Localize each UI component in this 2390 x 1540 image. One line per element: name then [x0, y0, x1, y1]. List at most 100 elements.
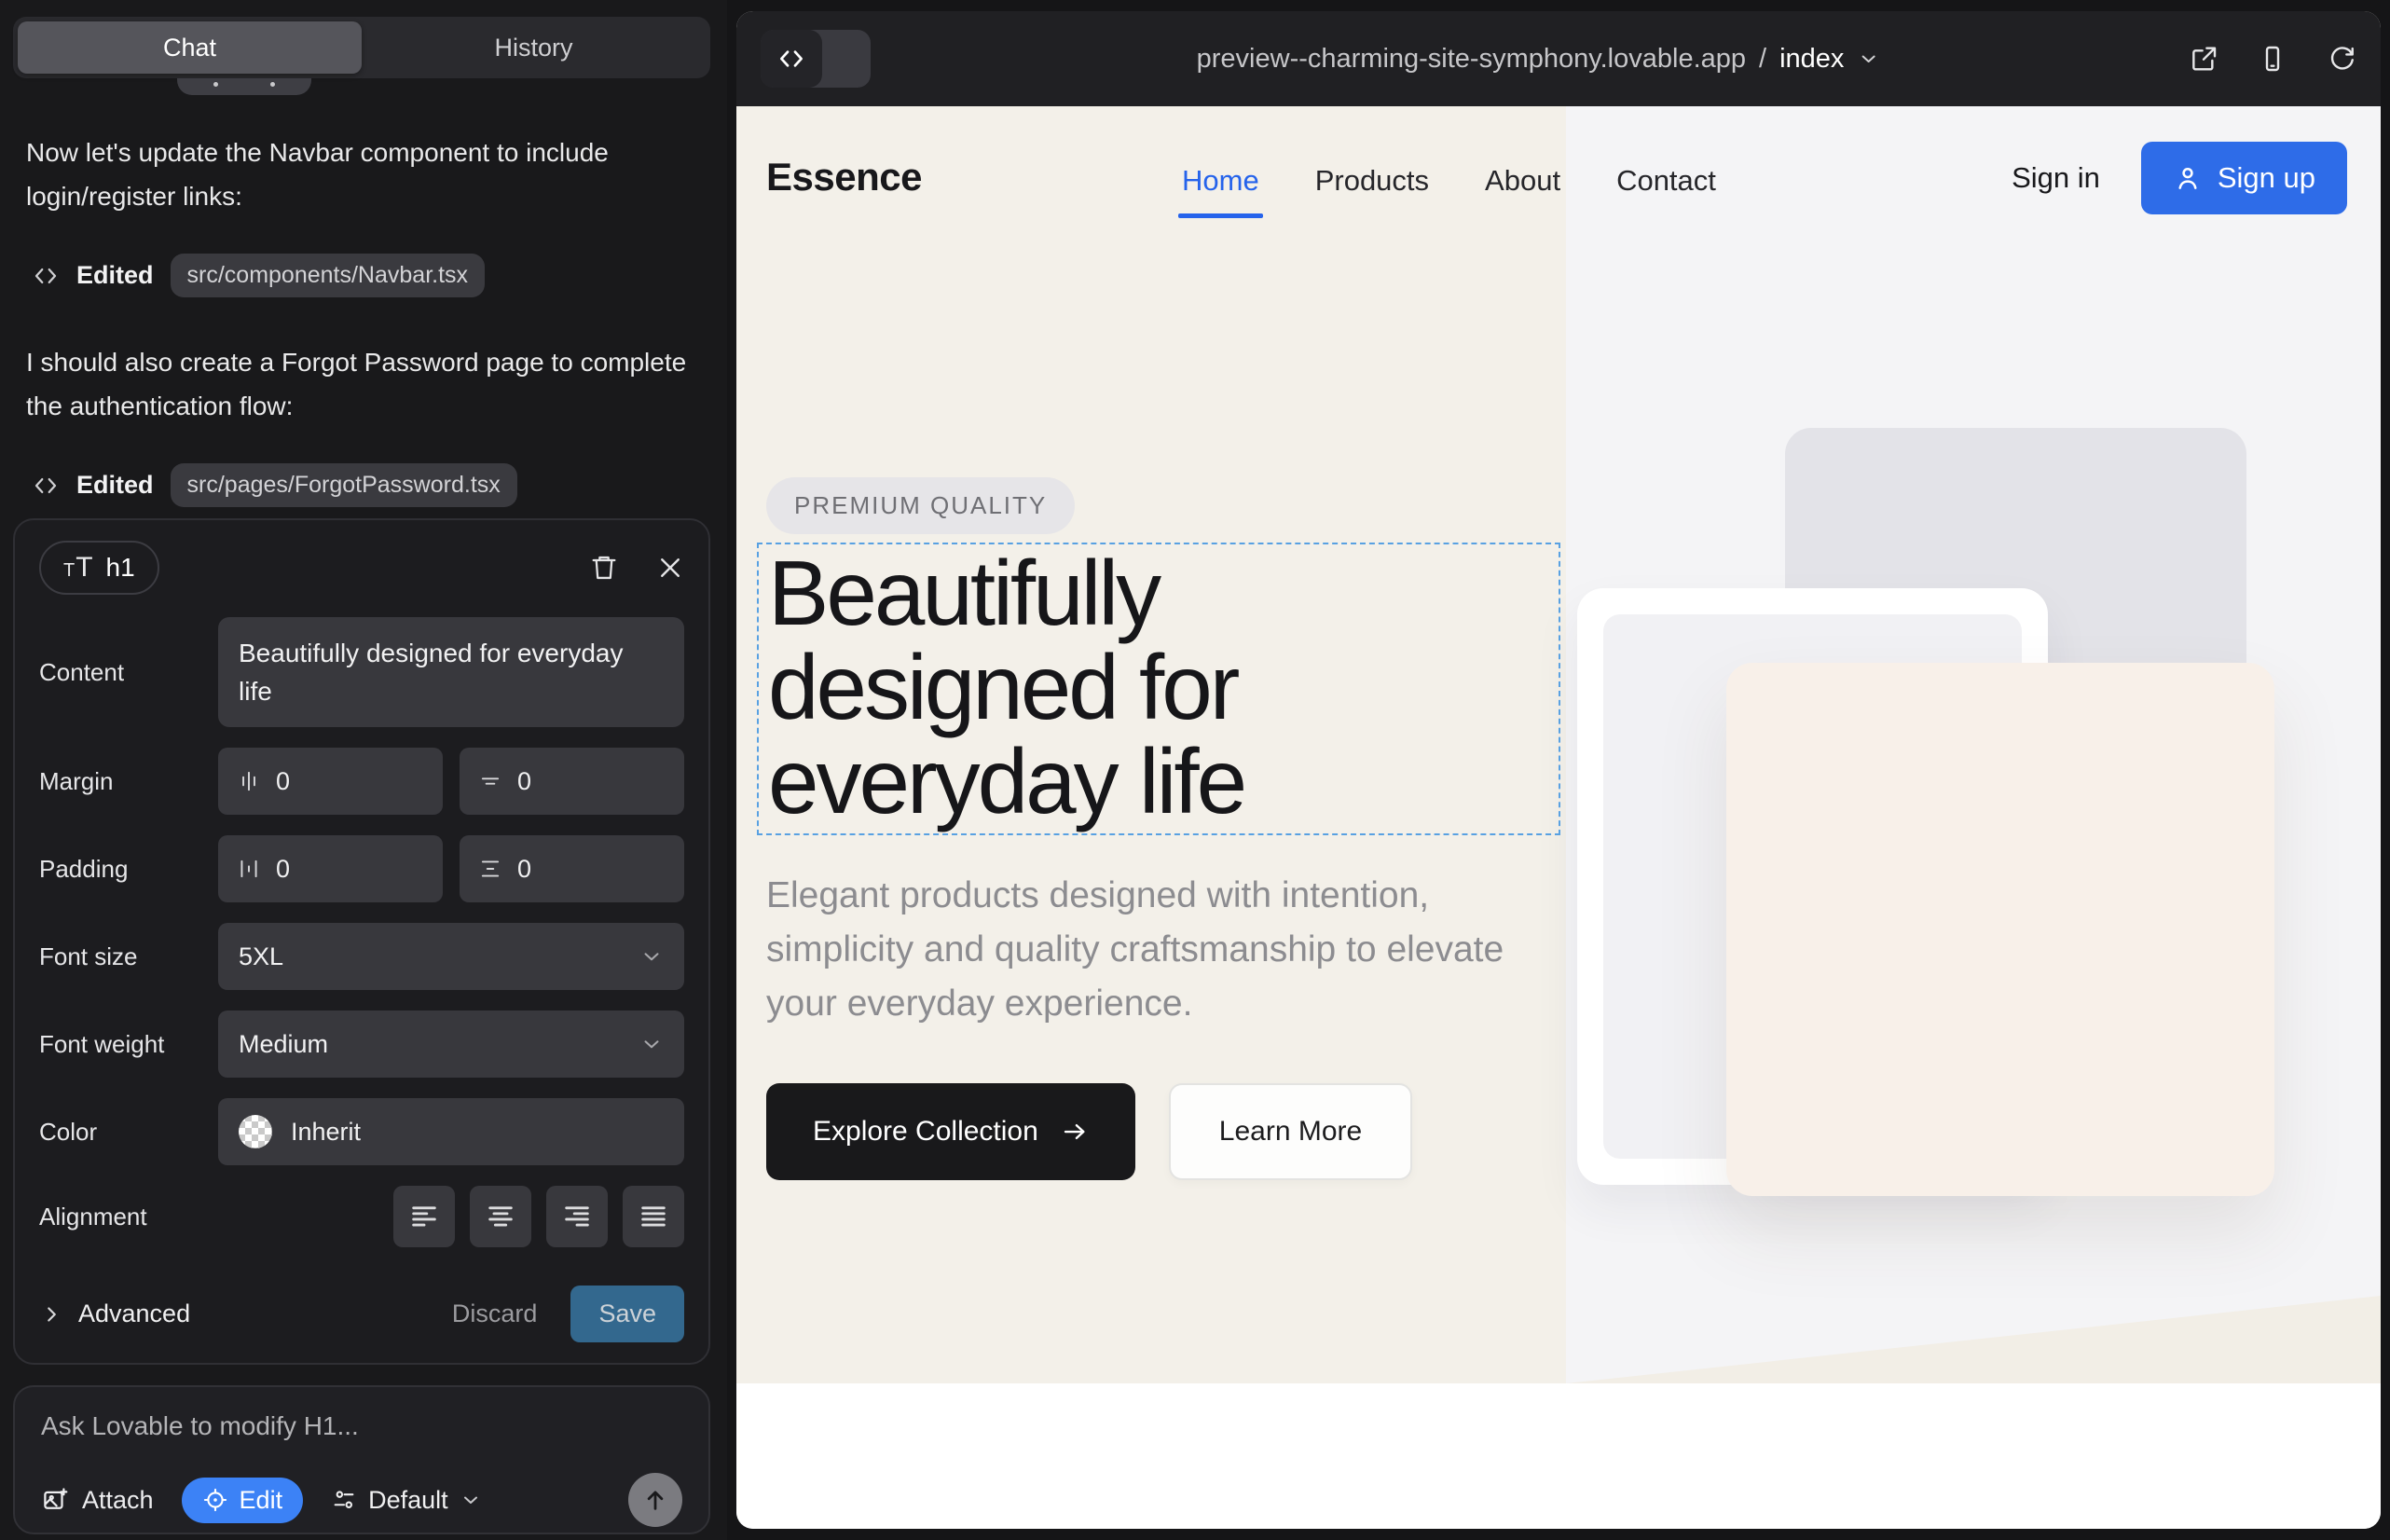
edited-label: Edited [76, 261, 154, 290]
close-icon[interactable] [656, 554, 684, 582]
edit-label: Edit [240, 1486, 283, 1515]
chevron-down-icon [639, 1032, 664, 1056]
font-weight-label: Font weight [39, 1030, 218, 1059]
font-size-row: Font size 5XL [39, 923, 684, 990]
site-logo[interactable]: Essence [766, 155, 922, 199]
prompt-input[interactable]: Ask Lovable to modify H1... [41, 1411, 682, 1441]
padding-vertical-input[interactable]: 0 [460, 835, 684, 902]
font-weight-value: Medium [239, 1030, 328, 1059]
font-weight-row: Font weight Medium [39, 1011, 684, 1078]
chevron-down-icon [639, 944, 664, 969]
padding-horizontal-input[interactable]: 0 [218, 835, 443, 902]
attach-label: Attach [82, 1486, 154, 1515]
advanced-toggle[interactable]: Advanced [39, 1299, 190, 1328]
site-nav: Home Products About Contact [1182, 164, 1716, 198]
padding-label: Padding [39, 855, 218, 884]
tab-history-label: History [494, 34, 572, 62]
align-left-button[interactable] [393, 1186, 455, 1247]
attach-button[interactable]: Attach [41, 1486, 154, 1515]
margin-vertical-value: 0 [517, 767, 531, 796]
mobile-view-button[interactable] [2258, 44, 2287, 74]
font-size-value: 5XL [239, 942, 283, 971]
color-value: Inherit [291, 1118, 361, 1147]
sliders-icon [331, 1487, 357, 1513]
user-icon [2173, 163, 2203, 193]
nav-contact[interactable]: Contact [1616, 164, 1716, 198]
url-page: index [1779, 44, 1844, 75]
hero-placeholder-cream [1726, 663, 2274, 1196]
default-label: Default [368, 1486, 448, 1515]
image-plus-icon [41, 1486, 69, 1514]
padding-vertical-value: 0 [517, 855, 531, 884]
chevron-down-icon [1857, 48, 1879, 70]
font-size-select[interactable]: 5XL [218, 923, 684, 990]
edit-mode-button[interactable]: Edit [182, 1478, 304, 1523]
explore-collection-button[interactable]: Explore Collection [766, 1083, 1135, 1180]
align-right-button[interactable] [546, 1186, 608, 1247]
element-tag-pill: TT h1 [39, 541, 159, 595]
advanced-label: Advanced [78, 1299, 190, 1328]
editor-header: TT h1 [39, 541, 684, 595]
padding-horizontal-value: 0 [276, 855, 290, 884]
send-button[interactable] [628, 1473, 682, 1527]
tab-history[interactable]: History [362, 21, 706, 74]
selection-outline: Beautifully designed for everyday life [757, 543, 1560, 835]
padding-vertical-icon [478, 857, 502, 881]
learn-more-button[interactable]: Learn More [1169, 1083, 1412, 1180]
code-view-toggle[interactable] [761, 30, 871, 88]
file-chip[interactable]: src/components/Navbar.tsx [171, 254, 486, 297]
content-row: Content Beautifully designed for everyda… [39, 617, 684, 727]
element-tag: h1 [106, 553, 135, 583]
code-icon [32, 262, 60, 290]
align-justify-button[interactable] [623, 1186, 684, 1247]
site-preview: Essence Home Products About Contact Sign… [736, 106, 2381, 1529]
color-swatch [239, 1115, 272, 1148]
url-separator: / [1759, 44, 1766, 75]
color-row: Color Inherit [39, 1098, 684, 1165]
tab-chat[interactable]: Chat [18, 21, 362, 74]
chevron-right-icon [39, 1302, 63, 1327]
sign-up-label: Sign up [2218, 161, 2315, 195]
sign-in-link[interactable]: Sign in [2012, 161, 2100, 195]
target-icon [202, 1487, 228, 1513]
discard-button[interactable]: Discard [452, 1299, 538, 1328]
url-domain: preview--charming-site-symphony.lovable.… [1197, 44, 1746, 75]
nav-home[interactable]: Home [1182, 164, 1259, 198]
content-input[interactable]: Beautifully designed for everyday life [218, 617, 684, 727]
align-center-button[interactable] [470, 1186, 531, 1247]
edited-file-row: Edited src/pages/ForgotPassword.tsx [32, 463, 701, 507]
nav-about[interactable]: About [1485, 164, 1560, 198]
preview-window: preview--charming-site-symphony.lovable.… [736, 11, 2381, 1529]
hero-heading[interactable]: Beautifully designed for everyday life [768, 546, 1244, 829]
edited-label: Edited [76, 471, 154, 500]
file-chip[interactable]: src/pages/ForgotPassword.tsx [171, 463, 517, 507]
editor-footer: Advanced Discard Save [39, 1286, 684, 1342]
open-in-new-tab-button[interactable] [2189, 44, 2218, 74]
margin-label: Margin [39, 767, 218, 796]
delete-element-button[interactable] [589, 553, 619, 583]
margin-horizontal-input[interactable]: 0 [218, 748, 443, 815]
lovable-app: Chat History Now let's update the Navbar… [0, 0, 2390, 1540]
save-button[interactable]: Save [570, 1286, 684, 1342]
margin-vertical-input[interactable]: 0 [460, 748, 684, 815]
alignment-label: Alignment [39, 1203, 218, 1231]
edited-file-row: Edited src/components/Navbar.tsx [32, 254, 701, 297]
url-bar[interactable]: preview--charming-site-symphony.lovable.… [1197, 11, 1880, 106]
alignment-row: Alignment [39, 1186, 684, 1247]
type-icon: TT [63, 552, 93, 584]
code-icon [32, 472, 60, 500]
nav-products[interactable]: Products [1315, 164, 1429, 198]
arrow-right-icon [1061, 1118, 1089, 1146]
margin-row: Margin 0 0 [39, 748, 684, 815]
padding-horizontal-icon [237, 857, 261, 881]
chat-history-tabs: Chat History [13, 17, 710, 78]
scrolled-chip[interactable] [177, 78, 311, 95]
refresh-icon[interactable] [2327, 44, 2356, 74]
margin-horizontal-icon [237, 769, 261, 793]
font-weight-select[interactable]: Medium [218, 1011, 684, 1078]
prompt-composer: Ask Lovable to modify H1... Attach Edit [13, 1385, 710, 1534]
color-select[interactable]: Inherit [218, 1098, 684, 1165]
sign-up-button[interactable]: Sign up [2141, 142, 2347, 214]
element-editor-panel: TT h1 Content Beautifully designed for e… [13, 518, 710, 1365]
default-mode-select[interactable]: Default [331, 1486, 482, 1515]
